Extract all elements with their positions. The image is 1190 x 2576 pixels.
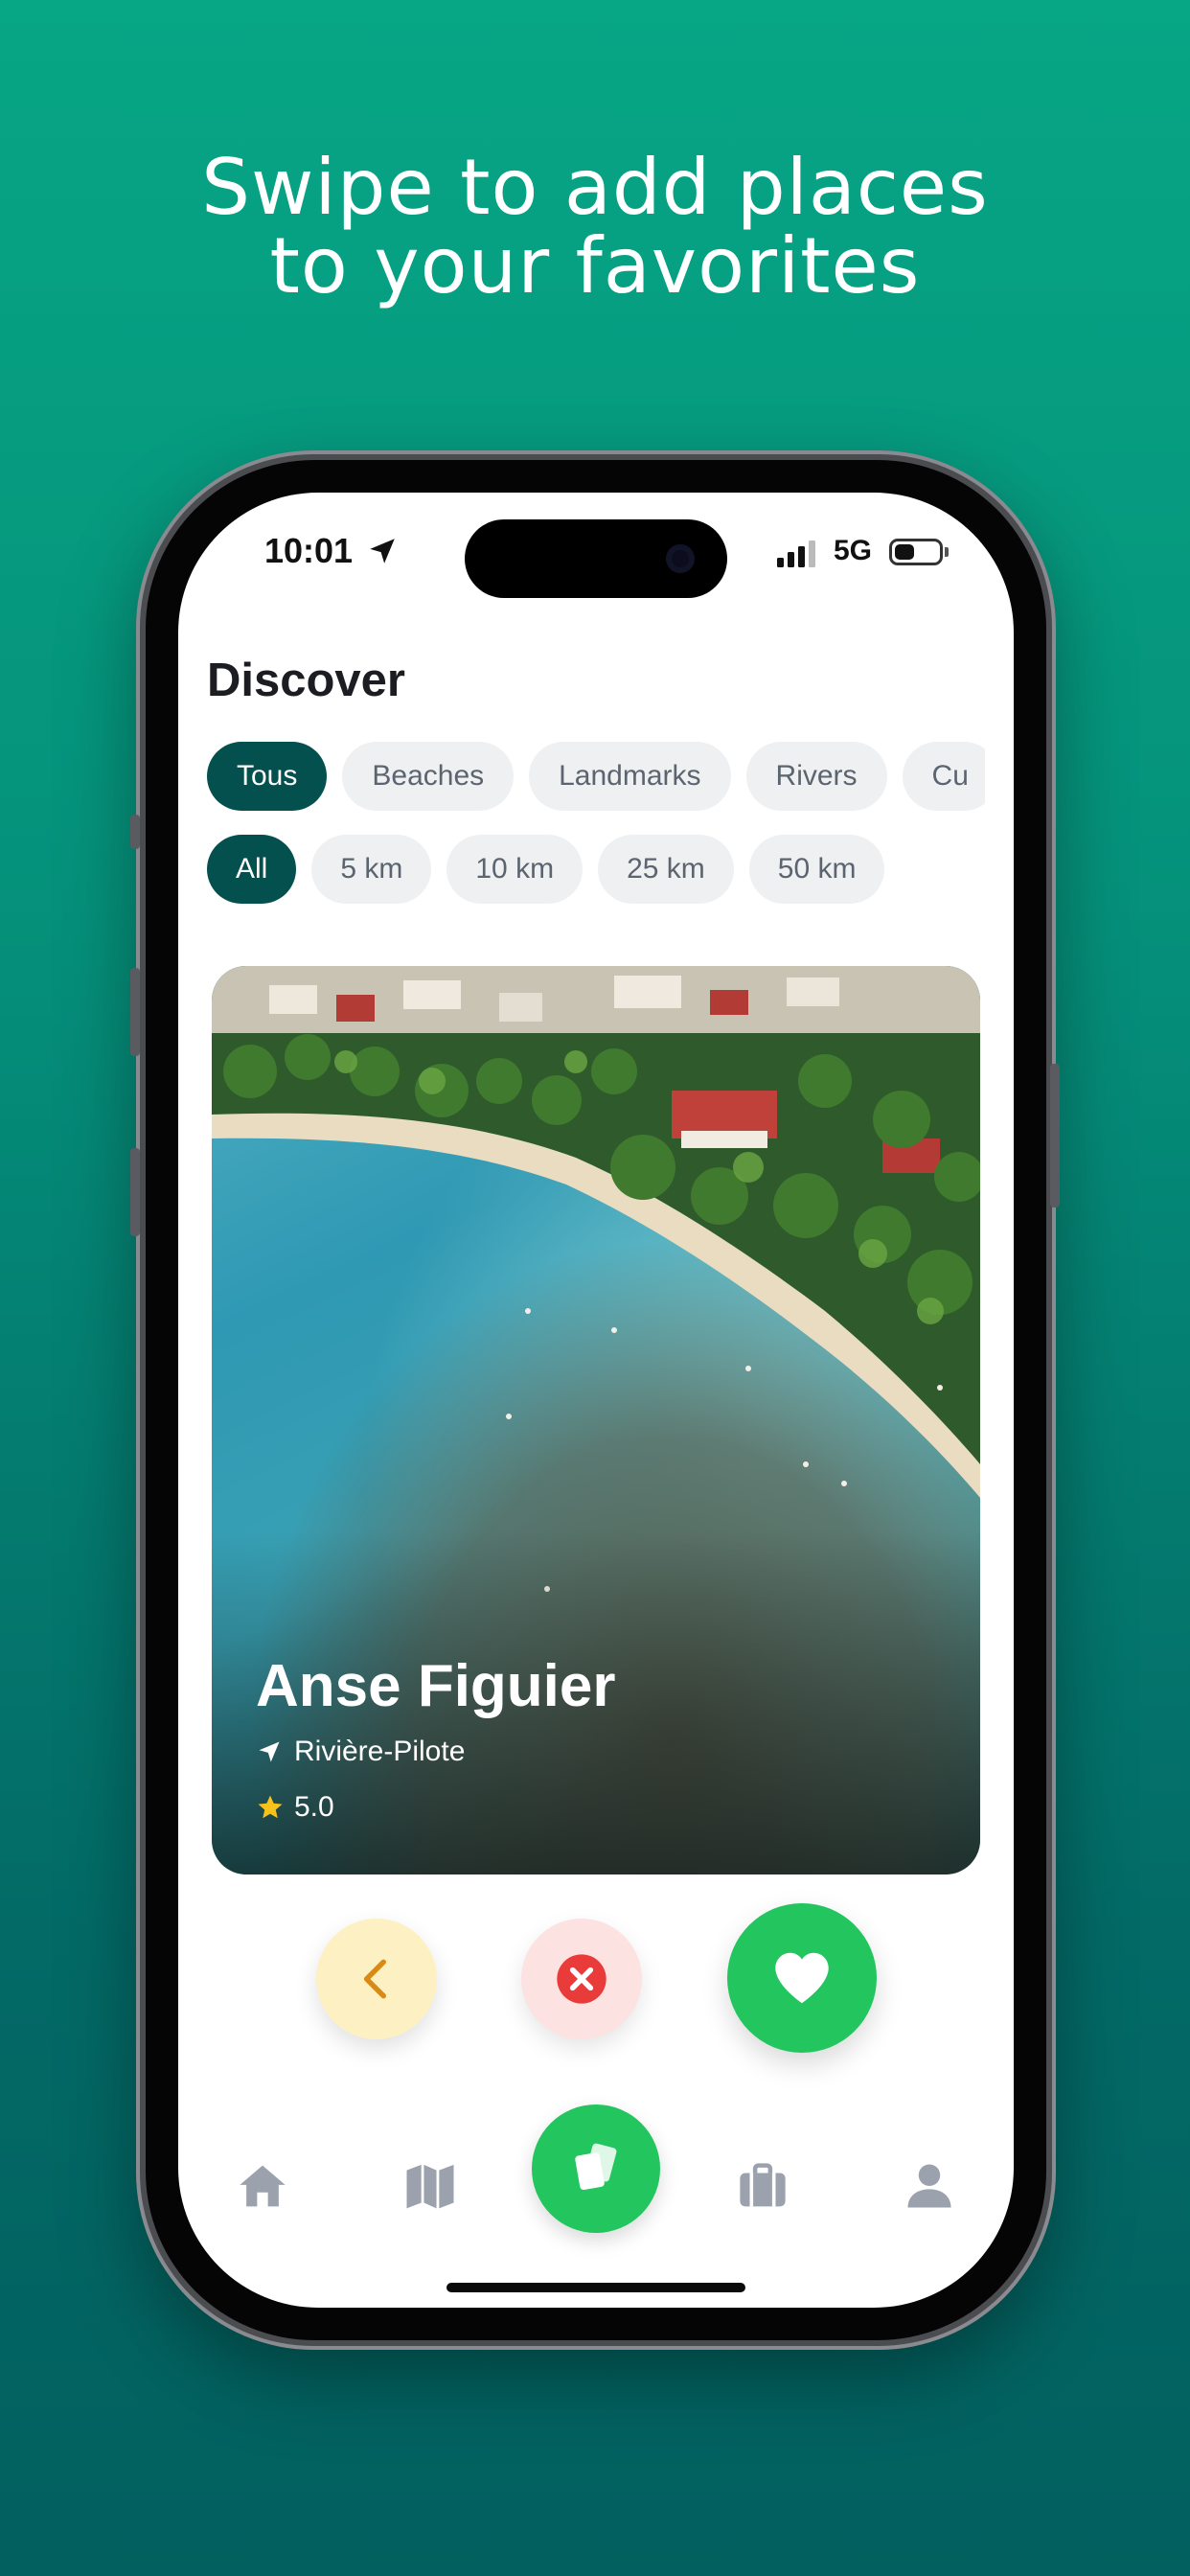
status-bar: 10:01 5G bbox=[178, 493, 1014, 617]
nav-map[interactable] bbox=[400, 2155, 461, 2217]
distance-chip-50km[interactable]: 50 km bbox=[748, 835, 885, 904]
like-button[interactable] bbox=[727, 1903, 877, 2053]
action-button bbox=[130, 815, 140, 849]
headline-line-1: Swipe to add places bbox=[201, 143, 989, 232]
battery-icon bbox=[889, 539, 943, 565]
battery-cap bbox=[945, 547, 949, 557]
category-chip-landmarks[interactable]: Landmarks bbox=[529, 742, 731, 811]
distance-chip-10km[interactable]: 10 km bbox=[446, 835, 584, 904]
status-time: 10:01 bbox=[264, 531, 354, 570]
network-type: 5G bbox=[834, 535, 873, 566]
front-camera bbox=[666, 544, 695, 573]
distance-chip-5km[interactable]: 5 km bbox=[311, 835, 432, 904]
place-location-text: Rivière-Pilote bbox=[294, 1736, 466, 1767]
distance-filter-row: All 5 km 10 km 25 km 50 km bbox=[207, 835, 885, 904]
nav-profile[interactable] bbox=[899, 2155, 960, 2217]
briefcase-icon bbox=[740, 2163, 786, 2207]
chevron-left-icon bbox=[363, 1959, 386, 1999]
battery-level-fill bbox=[895, 544, 914, 560]
cellular-signal-icon bbox=[777, 540, 815, 567]
volume-up-button bbox=[130, 968, 140, 1056]
place-location: Rivière-Pilote bbox=[256, 1733, 465, 1771]
distance-chip-all[interactable]: All bbox=[207, 835, 297, 904]
back-button[interactable] bbox=[316, 1919, 437, 2039]
cards-icon bbox=[575, 2143, 617, 2191]
category-chip-rivers[interactable]: Rivers bbox=[745, 742, 887, 811]
location-arrow-icon bbox=[370, 539, 395, 564]
page-title: Discover bbox=[207, 655, 406, 706]
close-icon bbox=[557, 1954, 606, 2004]
place-name: Anse Figuier bbox=[256, 1653, 616, 1719]
nav-swipe[interactable] bbox=[532, 2104, 660, 2233]
volume-down-button bbox=[130, 1148, 140, 1236]
heart-icon bbox=[775, 1952, 829, 2004]
category-chip-beaches[interactable]: Beaches bbox=[342, 742, 515, 811]
place-rating-value: 5.0 bbox=[294, 1791, 334, 1823]
star-icon bbox=[258, 1795, 283, 1819]
place-rating: 5.0 bbox=[256, 1788, 334, 1827]
dismiss-button[interactable] bbox=[521, 1919, 642, 2039]
category-filter-row: Tous Beaches Landmarks Rivers Cu bbox=[207, 742, 985, 811]
dynamic-island bbox=[465, 519, 727, 598]
category-chip-tous[interactable]: Tous bbox=[207, 742, 328, 811]
app-screen: 10:01 5G Discover Tous Beaches Landmarks… bbox=[178, 493, 1014, 2308]
nav-trips[interactable] bbox=[732, 2155, 793, 2217]
nav-home[interactable] bbox=[232, 2155, 293, 2217]
location-arrow-icon bbox=[259, 1741, 280, 1762]
place-card[interactable]: Anse Figuier Rivière-Pilote 5.0 bbox=[212, 966, 980, 1874]
user-icon bbox=[907, 2164, 951, 2208]
home-indicator[interactable] bbox=[446, 2283, 745, 2292]
distance-chip-25km[interactable]: 25 km bbox=[598, 835, 734, 904]
headline: Swipe to add places to your favorites bbox=[0, 149, 1190, 306]
home-icon bbox=[240, 2165, 286, 2207]
power-button bbox=[1050, 1064, 1060, 1208]
headline-line-2: to your favorites bbox=[269, 221, 921, 310]
category-chip-cu[interactable]: Cu bbox=[902, 742, 985, 811]
map-icon bbox=[406, 2164, 454, 2209]
